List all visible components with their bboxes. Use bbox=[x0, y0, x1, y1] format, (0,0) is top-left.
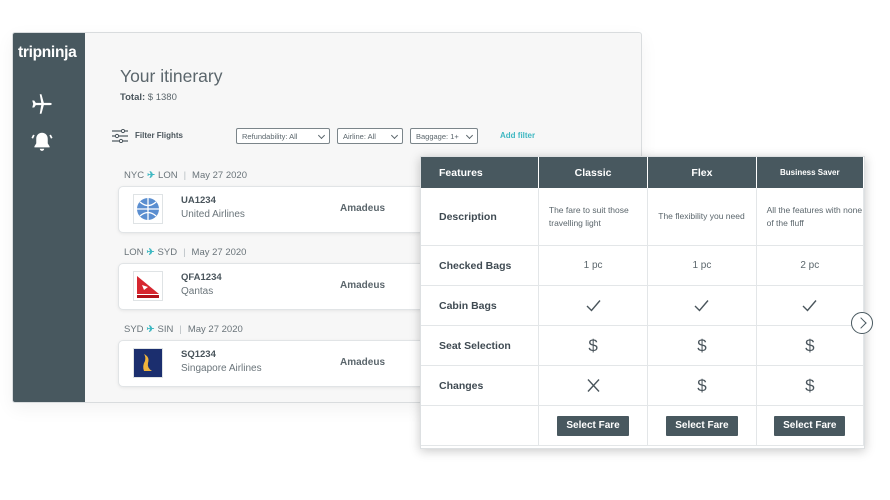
segment-header: LON ✈ SYD | May 27 2020 bbox=[124, 247, 246, 258]
airplane-icon[interactable] bbox=[29, 91, 55, 117]
bell-icon[interactable] bbox=[29, 129, 55, 155]
changes-flex: $ bbox=[647, 365, 757, 406]
destination-code: SYD bbox=[157, 247, 178, 258]
cabin-classic bbox=[538, 285, 649, 326]
total-label: Total: bbox=[120, 92, 146, 103]
table-header-row: Features Classic Flex Business Saver bbox=[421, 157, 865, 188]
divider: | bbox=[183, 247, 186, 258]
plane-icon: ✈ bbox=[147, 170, 156, 181]
check-icon bbox=[802, 300, 817, 312]
select-cell-business-saver: Select Fare bbox=[756, 405, 865, 446]
select-fare-classic-button[interactable]: Select Fare bbox=[557, 415, 629, 436]
select-fare-business-saver-button[interactable]: Select Fare bbox=[774, 415, 846, 436]
fare-comparison-table: Features Classic Flex Business Saver Des… bbox=[420, 156, 865, 449]
segment-date: May 27 2020 bbox=[187, 324, 243, 335]
table-row-select: Select Fare Select Fare Select Fare bbox=[421, 405, 865, 446]
cross-icon bbox=[587, 379, 600, 392]
baggage-dropdown[interactable]: Baggage: 1+ bbox=[410, 128, 478, 144]
destination-code: SIN bbox=[157, 324, 174, 335]
description-classic: The fare to suit those travelling light bbox=[538, 188, 649, 246]
table-row-seat-selection: Seat Selection $ $ $ bbox=[421, 325, 865, 366]
page-title: Your itinerary bbox=[120, 66, 223, 86]
filter-icon[interactable] bbox=[112, 129, 128, 143]
segment-date: May 27 2020 bbox=[192, 170, 247, 181]
plane-icon: ✈ bbox=[146, 247, 155, 258]
table-row-description: Description The fare to suit those trave… bbox=[421, 188, 865, 246]
total-value: $ 1380 bbox=[147, 92, 177, 103]
check-icon bbox=[586, 300, 601, 312]
flight-number: SQ1234 bbox=[181, 349, 216, 360]
table-row-cabin-bags: Cabin Bags bbox=[421, 285, 865, 326]
fare-source: Amadeus bbox=[340, 280, 386, 291]
description-business-saver: All the features with none of the fluff bbox=[756, 188, 865, 246]
origin-code: NYC bbox=[124, 170, 145, 181]
united-logo bbox=[133, 194, 163, 224]
table-row-checked-bags: Checked Bags 1 pc 1 pc 2 pc bbox=[421, 245, 865, 286]
select-fare-flex-button[interactable]: Select Fare bbox=[666, 415, 738, 436]
select-cell-flex: Select Fare bbox=[647, 405, 757, 446]
cabin-business-saver bbox=[756, 285, 865, 326]
dollar-icon: $ bbox=[805, 335, 815, 355]
table-row-changes: Changes $ $ bbox=[421, 365, 865, 406]
filter-bar: Filter Flights Refundability: All Airlin… bbox=[112, 127, 582, 147]
refundability-dropdown[interactable]: Refundability: All bbox=[236, 128, 330, 144]
airline-dropdown[interactable]: Airline: All bbox=[337, 128, 403, 144]
brand-logo: tripninja bbox=[18, 44, 77, 61]
singapore-logo bbox=[133, 348, 163, 378]
row-label: Checked Bags bbox=[421, 245, 539, 286]
seat-classic: $ bbox=[538, 325, 649, 366]
row-label: Seat Selection bbox=[421, 325, 539, 366]
description-flex: The flexibility you need bbox=[647, 188, 757, 246]
dollar-icon: $ bbox=[697, 375, 707, 395]
filter-flights-label[interactable]: Filter Flights bbox=[135, 131, 183, 140]
row-label: Description bbox=[421, 188, 539, 246]
segment-date: May 27 2020 bbox=[191, 247, 247, 258]
dollar-icon: $ bbox=[805, 375, 815, 395]
origin-code: LON bbox=[124, 247, 144, 258]
row-label: Cabin Bags bbox=[421, 285, 539, 326]
dollar-icon: $ bbox=[697, 335, 707, 355]
cabin-flex bbox=[647, 285, 757, 326]
select-cell-classic: Select Fare bbox=[538, 405, 649, 446]
airline-name: United Airlines bbox=[181, 209, 245, 220]
flight-number: QFA1234 bbox=[181, 272, 222, 283]
check-icon bbox=[694, 300, 709, 312]
plane-icon: ✈ bbox=[146, 324, 155, 335]
origin-code: SYD bbox=[124, 324, 144, 335]
seat-flex: $ bbox=[647, 325, 757, 366]
dollar-icon: $ bbox=[588, 335, 598, 355]
destination-code: LON bbox=[158, 170, 178, 181]
row-label: Changes bbox=[421, 365, 539, 406]
column-header-business-saver: Business Saver bbox=[756, 157, 865, 188]
changes-classic bbox=[538, 365, 649, 406]
total-price: Total: $ 1380 bbox=[120, 92, 177, 103]
chevron-right-icon[interactable] bbox=[851, 312, 873, 334]
segment-header: NYC ✈ LON | May 27 2020 bbox=[124, 170, 247, 181]
segment-header: SYD ✈ SIN | May 27 2020 bbox=[124, 324, 243, 335]
flight-number: UA1234 bbox=[181, 195, 216, 206]
divider: | bbox=[179, 324, 182, 335]
checked-flex: 1 pc bbox=[647, 245, 757, 286]
fare-source: Amadeus bbox=[340, 357, 386, 368]
changes-business-saver: $ bbox=[756, 365, 865, 406]
column-header-flex: Flex bbox=[647, 157, 757, 188]
checked-business-saver: 2 pc bbox=[756, 245, 865, 286]
checked-classic: 1 pc bbox=[538, 245, 649, 286]
column-header-classic: Classic bbox=[538, 157, 649, 188]
seat-business-saver: $ bbox=[756, 325, 865, 366]
column-header-features: Features bbox=[421, 157, 539, 188]
airline-name: Singapore Airlines bbox=[181, 363, 262, 374]
divider: | bbox=[183, 170, 187, 181]
fare-source: Amadeus bbox=[340, 203, 386, 214]
airline-name: Qantas bbox=[181, 286, 214, 297]
add-filter-link[interactable]: Add filter bbox=[500, 131, 535, 140]
qantas-logo bbox=[133, 271, 163, 301]
empty-cell bbox=[421, 405, 539, 446]
sidebar: tripninja bbox=[13, 33, 85, 402]
